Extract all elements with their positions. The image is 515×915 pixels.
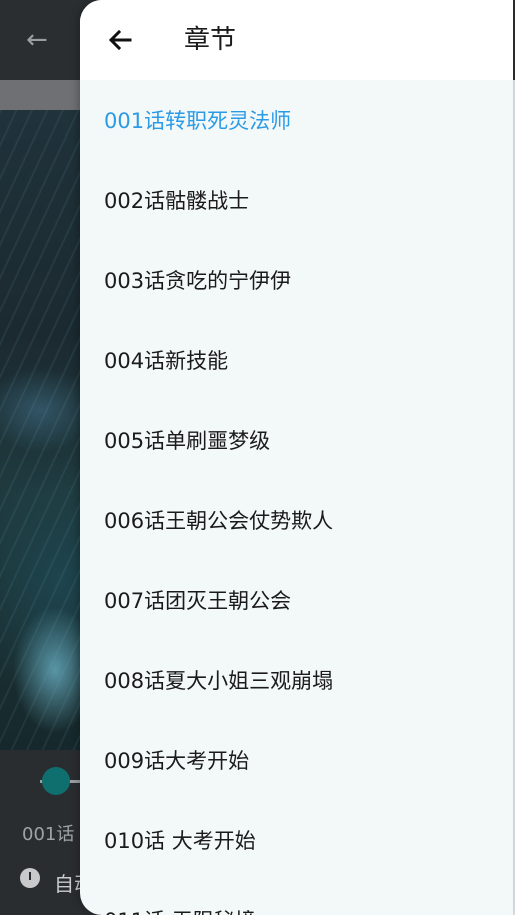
chapter-item[interactable]: 011话 无限秘境	[80, 880, 513, 915]
chapter-item[interactable]: 001话转职死灵法师	[80, 80, 513, 160]
chapter-drawer: 章节 001话转职死灵法师 002话骷髅战士 003话贪吃的宁伊伊 004话新技…	[80, 0, 513, 915]
chapter-item[interactable]: 003话贪吃的宁伊伊	[80, 240, 513, 320]
chapter-list: 001话转职死灵法师 002话骷髅战士 003话贪吃的宁伊伊 004话新技能 0…	[80, 80, 513, 915]
drawer-title: 章节	[184, 25, 237, 55]
reader-back-icon[interactable]: ←	[26, 26, 54, 54]
chapter-item[interactable]: 005话单刷噩梦级	[80, 400, 513, 480]
chapter-item[interactable]: 010话 大考开始	[80, 800, 513, 880]
chapter-item[interactable]: 004话新技能	[80, 320, 513, 400]
chapter-item[interactable]: 006话王朝公会仗势欺人	[80, 480, 513, 560]
chapter-item[interactable]: 009话大考开始	[80, 720, 513, 800]
chapter-item[interactable]: 008话夏大小姐三观崩塌	[80, 640, 513, 720]
timer-icon[interactable]	[20, 868, 40, 888]
drawer-header: 章节	[80, 0, 513, 80]
arrow-left-icon[interactable]	[104, 24, 136, 56]
chapter-slider-thumb[interactable]	[42, 767, 70, 795]
current-chapter-label: 001话	[22, 824, 75, 845]
chapter-item[interactable]: 002话骷髅战士	[80, 160, 513, 240]
chapter-item[interactable]: 007话团灭王朝公会	[80, 560, 513, 640]
